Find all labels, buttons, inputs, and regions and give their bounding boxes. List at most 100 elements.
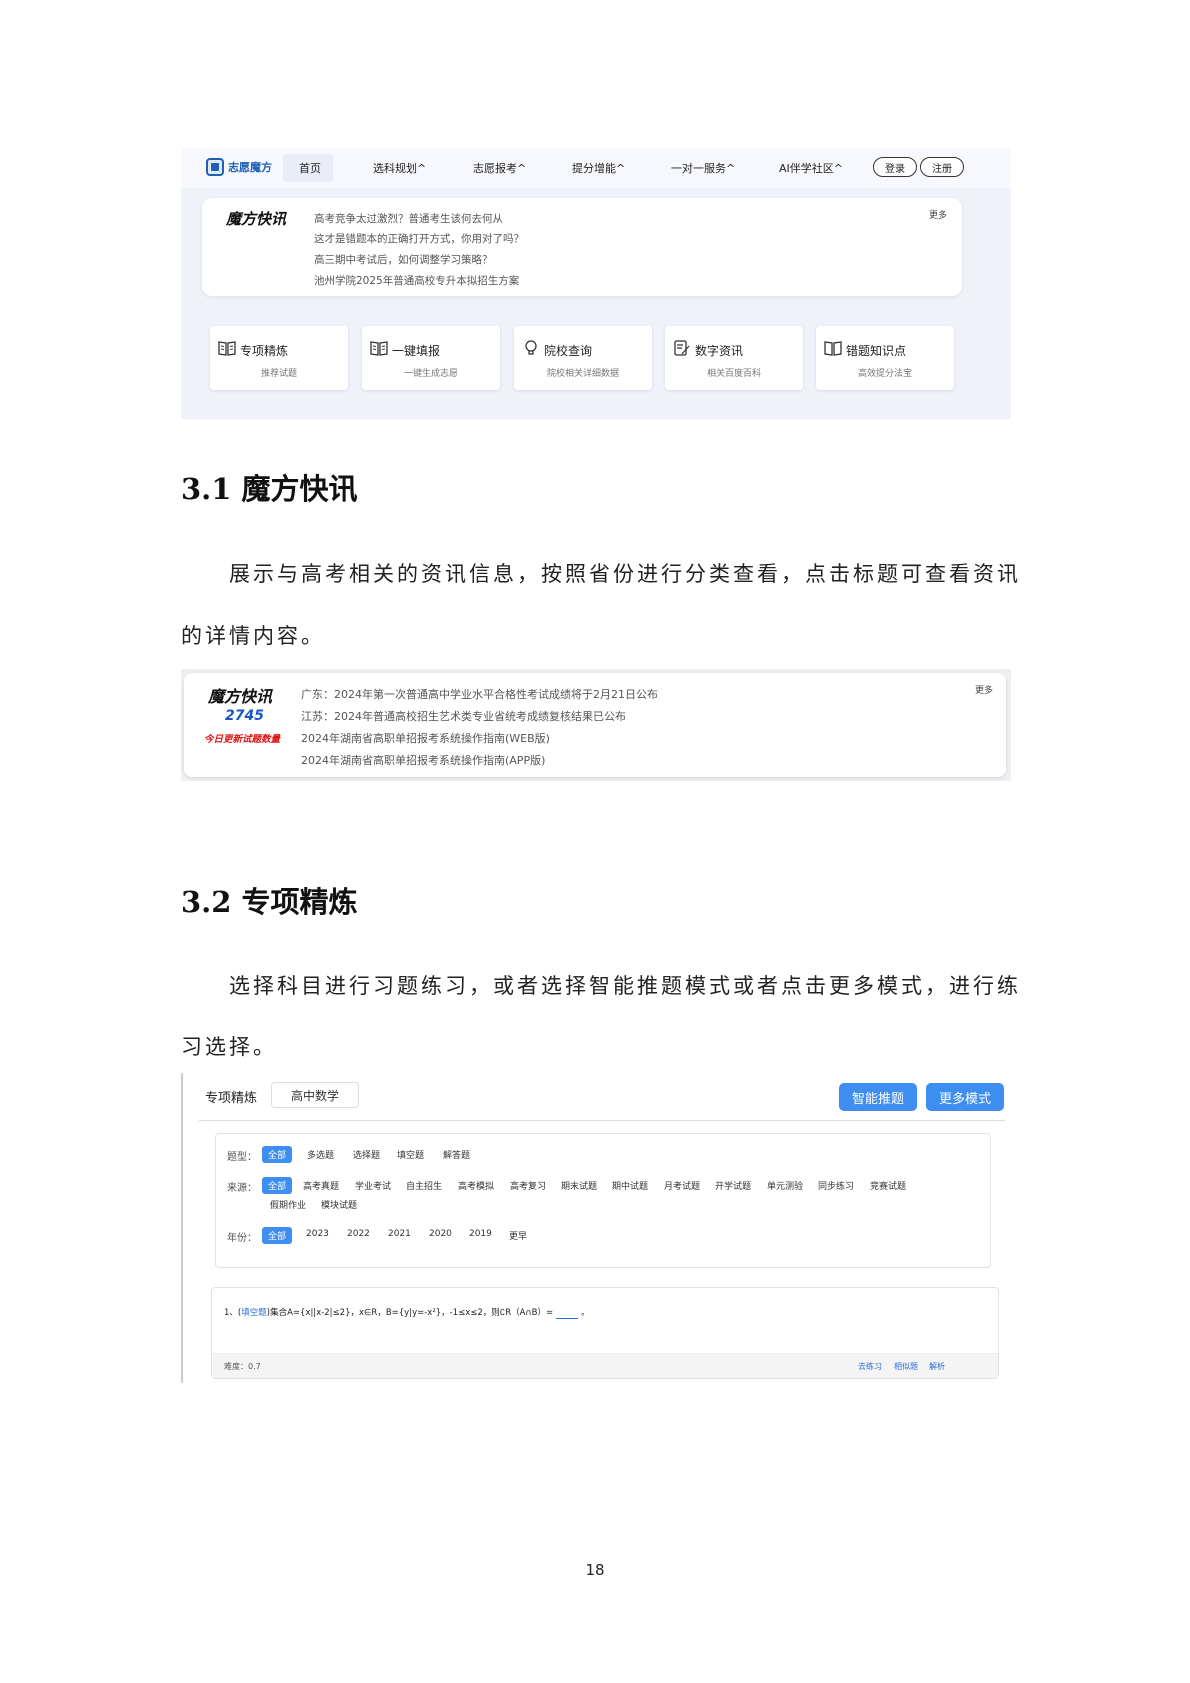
- source-option[interactable]: 竞赛试题: [870, 1179, 906, 1192]
- type-option[interactable]: 多选题: [307, 1148, 334, 1161]
- news-item[interactable]: 这才是错题本的正确打开方式，你用对了吗？: [314, 231, 524, 246]
- nav-item-home[interactable]: 首页: [299, 160, 321, 176]
- document-edit-icon: [674, 340, 690, 356]
- year-option-all[interactable]: 全部: [262, 1227, 293, 1244]
- page-number: 18: [585, 1561, 605, 1579]
- feature-title: 数字资讯: [695, 344, 744, 358]
- feature-title: 专项精炼: [240, 344, 289, 358]
- paragraph-line: 选择科目进行习题练习，或者选择智能推题模式或者点击更多模式，进行练: [229, 974, 1021, 998]
- year-option[interactable]: 2022: [347, 1229, 370, 1239]
- question-card: 1、(填空题)集合A={x||x-2|≤2}，x∈R，B={y|y=-x²}，-…: [211, 1287, 999, 1379]
- feature-card-school[interactable]: 院校查询 院校相关详细数据: [514, 326, 652, 390]
- subject-selector[interactable]: 高中数学: [271, 1082, 359, 1108]
- register-button[interactable]: 注册: [920, 157, 964, 177]
- news-item[interactable]: 广东：2024年第一次普通高中学业水平合格性考试成绩将于2月21日公布: [301, 686, 658, 702]
- question-footer: 难度：0.7 去练习 相似题 解析: [212, 1353, 998, 1378]
- update-count-label: 今日更新试题数量: [204, 734, 281, 745]
- top-nav: 志愿魔方 首页 选科规划^ 志愿报考^ 提分增能^ 一对一服务^ AI伴学社区^…: [181, 148, 1011, 188]
- open-book-icon: [218, 341, 236, 356]
- paragraph-line: 展示与高考相关的资讯信息，按照省份进行分类查看，点击标题可查看资讯: [229, 562, 1021, 586]
- news-brand-title: 魔方快讯: [226, 210, 287, 228]
- source-option[interactable]: 高考复习: [510, 1179, 546, 1192]
- type-option[interactable]: 选择题: [353, 1148, 380, 1161]
- feature-subtitle: 一键生成志愿: [403, 369, 458, 379]
- portal-screenshot: 志愿魔方 首页 选科规划^ 志愿报考^ 提分增能^ 一对一服务^ AI伴学社区^…: [181, 148, 1011, 419]
- logo-text: 志愿魔方: [228, 161, 272, 174]
- similar-link[interactable]: 相似题: [894, 1361, 918, 1372]
- analysis-link[interactable]: 解析: [929, 1361, 945, 1372]
- source-option[interactable]: 开学试题: [715, 1179, 751, 1192]
- question-text: 1、(填空题)集合A={x||x-2|≤2}，x∈R，B={y|y=-x²}，-…: [224, 1308, 590, 1319]
- news-item[interactable]: 江苏：2024年普通高校招生艺术类专业省统考成绩复核结果已公布: [301, 708, 626, 724]
- section-heading: 3.2 专项精炼: [181, 885, 358, 919]
- section-heading: 3.1 魔方快讯: [181, 472, 358, 506]
- nav-item-score-boost[interactable]: 提分增能^: [572, 160, 625, 176]
- site-logo[interactable]: 志愿魔方: [206, 157, 272, 177]
- paragraph-line: 习选择。: [181, 1035, 277, 1059]
- news-item[interactable]: 池州学院2025年普通高校专升本拟招生方案: [314, 273, 519, 288]
- source-option[interactable]: 模块试题: [321, 1198, 357, 1211]
- year-option[interactable]: 2023: [306, 1229, 329, 1239]
- more-link[interactable]: 更多: [975, 683, 993, 696]
- nav-item-ai-community[interactable]: AI伴学社区^: [779, 160, 843, 176]
- feature-subtitle: 推荐试题: [260, 369, 297, 379]
- smart-recommend-button[interactable]: 智能推题: [839, 1083, 917, 1111]
- source-option[interactable]: 学业考试: [355, 1179, 391, 1192]
- year-option[interactable]: 2021: [388, 1229, 411, 1239]
- news-brand-title: 魔方快讯: [208, 687, 273, 706]
- logo-icon: [206, 158, 224, 176]
- feature-card-digital-news[interactable]: 数字资讯 相关百度百科: [665, 326, 803, 390]
- year-option[interactable]: 更早: [509, 1229, 527, 1242]
- feature-subtitle: 院校相关详细数据: [546, 369, 619, 379]
- answer-blank: [556, 1308, 579, 1319]
- source-option[interactable]: 同步练习: [818, 1179, 854, 1192]
- feature-card-apply[interactable]: 一键填报 一键生成志愿: [362, 326, 500, 390]
- practice-link[interactable]: 去练习: [858, 1361, 882, 1372]
- divider: [199, 1120, 1005, 1121]
- feature-subtitle: 相关百度百科: [706, 369, 761, 379]
- nav-item-application[interactable]: 志愿报考^: [473, 160, 526, 176]
- source-option[interactable]: 自主招生: [406, 1179, 442, 1192]
- news-item[interactable]: 2024年湖南省高职单招报考系统操作指南(WEB版): [301, 730, 550, 746]
- practice-screenshot: 专项精炼 高中数学 智能推题 更多模式 题型： 全部 多选题 选择题 填空题 解…: [181, 1073, 1011, 1383]
- type-option-all[interactable]: 全部: [262, 1146, 293, 1163]
- source-option[interactable]: 期末试题: [561, 1179, 597, 1192]
- news-item[interactable]: 2024年湖南省高职单招报考系统操作指南(APP版): [301, 752, 545, 768]
- notebook-icon: [824, 341, 842, 356]
- source-label: 来源：: [227, 1183, 257, 1194]
- source-option[interactable]: 月考试题: [664, 1179, 700, 1192]
- login-button[interactable]: 登录: [873, 157, 917, 177]
- question-type-tag[interactable]: 填空题: [241, 1308, 267, 1318]
- feature-title: 错题知识点: [846, 344, 907, 358]
- filter-panel: 题型： 全部 多选题 选择题 填空题 解答题 来源： 全部 高考真题 学业考试 …: [215, 1133, 991, 1268]
- type-option[interactable]: 解答题: [443, 1148, 470, 1161]
- type-option[interactable]: 填空题: [397, 1148, 424, 1161]
- feature-card-mistakes[interactable]: 错题知识点 高效提分法宝: [816, 326, 954, 390]
- more-modes-button[interactable]: 更多模式: [926, 1083, 1004, 1111]
- more-link[interactable]: 更多: [929, 208, 947, 221]
- news-item[interactable]: 高三期中考试后，如何调整学习策略？: [314, 252, 493, 267]
- source-option[interactable]: 高考模拟: [458, 1179, 494, 1192]
- year-option[interactable]: 2019: [469, 1229, 492, 1239]
- year-option[interactable]: 2020: [429, 1229, 452, 1239]
- source-option[interactable]: 单元测验: [767, 1179, 803, 1192]
- paragraph-line: 的详情内容。: [181, 624, 325, 648]
- feature-card-practice[interactable]: 专项精炼 推荐试题: [210, 326, 348, 390]
- lightbulb-icon: [525, 340, 537, 355]
- news-card: 魔方快讯 2745 今日更新试题数量 更多 广东：2024年第一次普通高中学业水…: [184, 673, 1006, 777]
- source-option[interactable]: 假期作业: [270, 1198, 306, 1211]
- source-option-all[interactable]: 全部: [262, 1177, 293, 1194]
- source-option[interactable]: 高考真题: [303, 1179, 339, 1192]
- feature-subtitle: 高效提分法宝: [857, 369, 912, 379]
- nav-item-one-on-one[interactable]: 一对一服务^: [671, 160, 735, 176]
- difficulty: 难度：0.7: [224, 1362, 261, 1371]
- type-label: 题型：: [227, 1152, 257, 1163]
- year-label: 年份：: [227, 1233, 257, 1244]
- news-screenshot: 魔方快讯 2745 今日更新试题数量 更多 广东：2024年第一次普通高中学业水…: [181, 669, 1011, 781]
- news-item[interactable]: 高考竞争太过激烈？普通考生该何去何从: [314, 211, 503, 226]
- book-icon: [370, 341, 388, 356]
- source-option[interactable]: 期中试题: [612, 1179, 648, 1192]
- feature-title: 院校查询: [544, 344, 593, 358]
- nav-item-subject-planning[interactable]: 选科规划^: [373, 160, 426, 176]
- update-count: 2745: [225, 708, 264, 724]
